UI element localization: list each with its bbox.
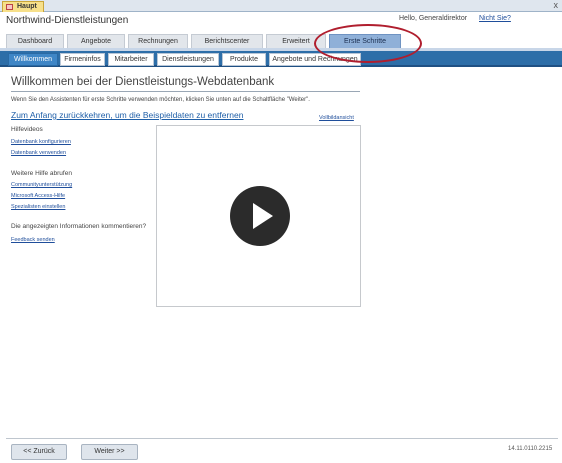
page-title: Willkommen bei der Dienstleistungs-Webda…: [11, 76, 275, 88]
version-label: 14.11.0110.2215: [508, 446, 553, 452]
next-button[interactable]: Weiter >>: [81, 444, 138, 460]
form-icon: [6, 4, 13, 10]
tab-angebote[interactable]: Angebote: [67, 34, 125, 48]
tab-dashboard[interactable]: Dashboard: [6, 34, 64, 48]
link-feedback-senden[interactable]: Feedback senden: [11, 237, 55, 243]
more-help-heading: Weitere Hilfe abrufen: [11, 170, 72, 177]
play-icon[interactable]: [230, 186, 290, 246]
highlight-ellipse: [314, 24, 422, 63]
document-tab-strip: Haupt x: [0, 0, 562, 12]
close-icon[interactable]: x: [554, 0, 559, 11]
intro-text: Wenn Sie den Assistenten für erste Schri…: [11, 97, 310, 103]
link-access-hilfe[interactable]: Microsoft Access-Hilfe: [11, 193, 65, 199]
subtab-mitarbeiter[interactable]: Mitarbeiter: [108, 53, 154, 66]
footer-divider: [6, 438, 558, 439]
app-title: Northwind-Dienstleistungen: [6, 15, 129, 26]
document-tab-label: Haupt: [17, 3, 37, 10]
link-datenbank-verwenden[interactable]: Datenbank verwenden: [11, 150, 66, 156]
heading-divider: [11, 91, 360, 92]
link-datenbank-konfigurieren[interactable]: Datenbank konfigurieren: [11, 139, 71, 145]
subtab-willkommen[interactable]: Willkommen: [8, 53, 58, 66]
link-spezialisten-einstellen[interactable]: Spezialisten einstellen: [11, 204, 65, 210]
feedback-heading: Die angezeigten Informationen kommentier…: [11, 223, 147, 230]
subtab-firmeninfos[interactable]: Firmeninfos: [60, 53, 105, 66]
sub-tab-bar: Willkommen Firmeninfos Mitarbeiter Diens…: [0, 51, 562, 67]
document-tab-haupt[interactable]: Haupt: [2, 1, 44, 12]
tab-rechnungen[interactable]: Rechnungen: [128, 34, 188, 48]
tab-berichtscenter[interactable]: Berichtscenter: [191, 34, 263, 48]
video-player[interactable]: [156, 125, 361, 307]
fullscreen-link[interactable]: Vollbildansicht: [319, 115, 354, 121]
subtab-produkte[interactable]: Produkte: [222, 53, 266, 66]
back-button[interactable]: << Zurück: [11, 444, 67, 460]
return-to-start-link[interactable]: Zum Anfang zurückkehren, um die Beispiel…: [11, 110, 243, 120]
subtab-dienstleistungen[interactable]: Dienstleistungen: [157, 53, 219, 66]
top-tab-bar: Dashboard Angebote Rechnungen Berichtsce…: [0, 34, 562, 48]
link-communityunterstuetzung[interactable]: Communityunterstützung: [11, 182, 72, 188]
help-videos-heading: Hilfevideos: [11, 126, 43, 133]
not-you-link[interactable]: Nicht Sie?: [479, 15, 511, 22]
user-greeting: Hello, Generaldirektor: [399, 15, 468, 22]
